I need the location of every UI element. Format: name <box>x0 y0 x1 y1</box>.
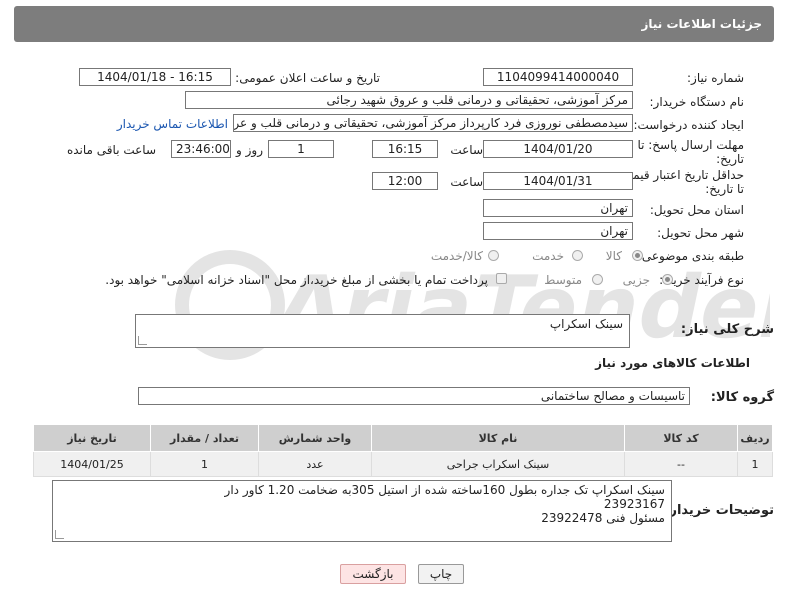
cell-date: 1404/01/25 <box>33 451 151 477</box>
need-number-label: شماره نیاز: <box>687 71 744 85</box>
cell-code: -- <box>624 451 738 477</box>
price-validity-time-field: 12:00 <box>372 172 438 190</box>
page-header: جزئیات اطلاعات نیاز <box>14 6 774 42</box>
buyer-notes-line-1: سینک اسکراپ تک جداره بطول 160ساخته شده ا… <box>224 483 665 497</box>
goods-group-label: گروه کالا: <box>710 390 774 405</box>
description-label: شرح کلی نیاز: <box>680 322 774 337</box>
description-text: سینک اسکراپ <box>549 317 623 331</box>
requester-field: سیدمصطفی نوروزی فرد کارپرداز مرکز آموزشی… <box>233 114 633 132</box>
process-medium-radio[interactable] <box>592 274 603 285</box>
col-row: ردیف <box>737 424 773 452</box>
category-goods-service-radio[interactable] <box>488 250 499 261</box>
category-service-radio[interactable] <box>572 250 583 261</box>
buyer-contact-link[interactable]: اطلاعات تماس خریدار <box>117 117 228 131</box>
treasury-checkbox[interactable] <box>496 273 507 284</box>
announce-field: 1404/01/18 - 16:15 <box>79 68 231 86</box>
buyer-notes-label: توضیحات خریدار: <box>664 503 774 518</box>
back-button[interactable]: بازگشت <box>340 564 406 584</box>
process-minor-text: جزیی <box>622 273 650 287</box>
deadline-time-field: 16:15 <box>372 140 438 158</box>
cell-name: سینک اسکراب جراحی <box>371 451 625 477</box>
buyer-org-label: نام دستگاه خریدار: <box>649 95 745 109</box>
price-validity-date-field: 1404/01/31 <box>483 172 633 190</box>
price-validity-label: حداقل تاریخ اعتبار قیمت: تا تاریخ: <box>617 168 744 196</box>
process-minor-radio[interactable] <box>662 274 673 285</box>
category-goods-text: کالا <box>605 249 622 263</box>
city-label: شهر محل تحویل: <box>657 226 744 240</box>
cell-qty: 1 <box>150 451 259 477</box>
province-field: تهران <box>483 199 633 217</box>
buyer-notes-line-3: مسئول فنی 23922478 <box>541 511 665 525</box>
col-code: کد کالا <box>624 424 738 452</box>
goods-section-title: اطلاعات کالاهای مورد نیاز <box>595 356 750 370</box>
category-goods-radio[interactable] <box>632 250 643 261</box>
table-row: 1 -- سینک اسکراب جراحی عدد 1 1404/01/25 <box>33 451 773 477</box>
page-title: جزئیات اطلاعات نیاز <box>641 17 762 31</box>
deadline-time-label: ساعت <box>450 143 483 157</box>
need-number-field: 1104099414000040 <box>483 68 633 86</box>
resize-handle-icon[interactable] <box>55 530 64 539</box>
announce-label: تاریخ و ساعت اعلان عمومی: <box>235 71 380 85</box>
col-qty: تعداد / مقدار <box>150 424 259 452</box>
cell-unit: عدد <box>258 451 372 477</box>
category-goods-service-text: کالا/خدمت <box>430 249 483 263</box>
cell-row: 1 <box>737 451 773 477</box>
col-name: نام کالا <box>371 424 625 452</box>
category-label: طبقه بندی موضوعی: <box>637 249 744 263</box>
deadline-days-field: 1 <box>268 140 334 158</box>
treasury-note: پرداخت تمام یا بخشی از مبلغ خرید،از محل … <box>105 273 488 287</box>
resize-handle-icon[interactable] <box>138 336 147 345</box>
process-medium-text: متوسط <box>544 273 582 287</box>
requester-label: ایجاد کننده درخواست: <box>633 118 744 132</box>
goods-group-field: تاسیسات و مصالح ساختمانی <box>138 387 690 405</box>
buyer-notes-field: سینک اسکراپ تک جداره بطول 160ساخته شده ا… <box>52 480 672 542</box>
buyer-notes-line-2: 23923167 <box>603 497 665 511</box>
deadline-date-field: 1404/01/20 <box>483 140 633 158</box>
col-date: تاریخ نیاز <box>33 424 151 452</box>
description-field: سینک اسکراپ <box>135 314 630 348</box>
price-validity-time-label: ساعت <box>450 175 483 189</box>
remaining-time-label: ساعت باقی مانده <box>66 143 156 157</box>
province-label: استان محل تحویل: <box>649 203 744 217</box>
remaining-time-field: 23:46:00 <box>171 140 231 158</box>
goods-table: ردیف کد کالا نام کالا واحد شمارش تعداد /… <box>33 424 773 477</box>
category-service-text: خدمت <box>532 249 564 263</box>
col-unit: واحد شمارش <box>258 424 372 452</box>
deadline-label: مهلت ارسال پاسخ: تا تاریخ: <box>637 138 744 166</box>
buyer-org-field: مرکز آموزشی، تحقیقاتی و درمانی قلب و عرو… <box>185 91 633 109</box>
deadline-days-label: روز و <box>236 143 263 157</box>
city-field: تهران <box>483 222 633 240</box>
goods-table-header: ردیف کد کالا نام کالا واحد شمارش تعداد /… <box>33 424 773 452</box>
print-button[interactable]: چاپ <box>418 564 464 584</box>
